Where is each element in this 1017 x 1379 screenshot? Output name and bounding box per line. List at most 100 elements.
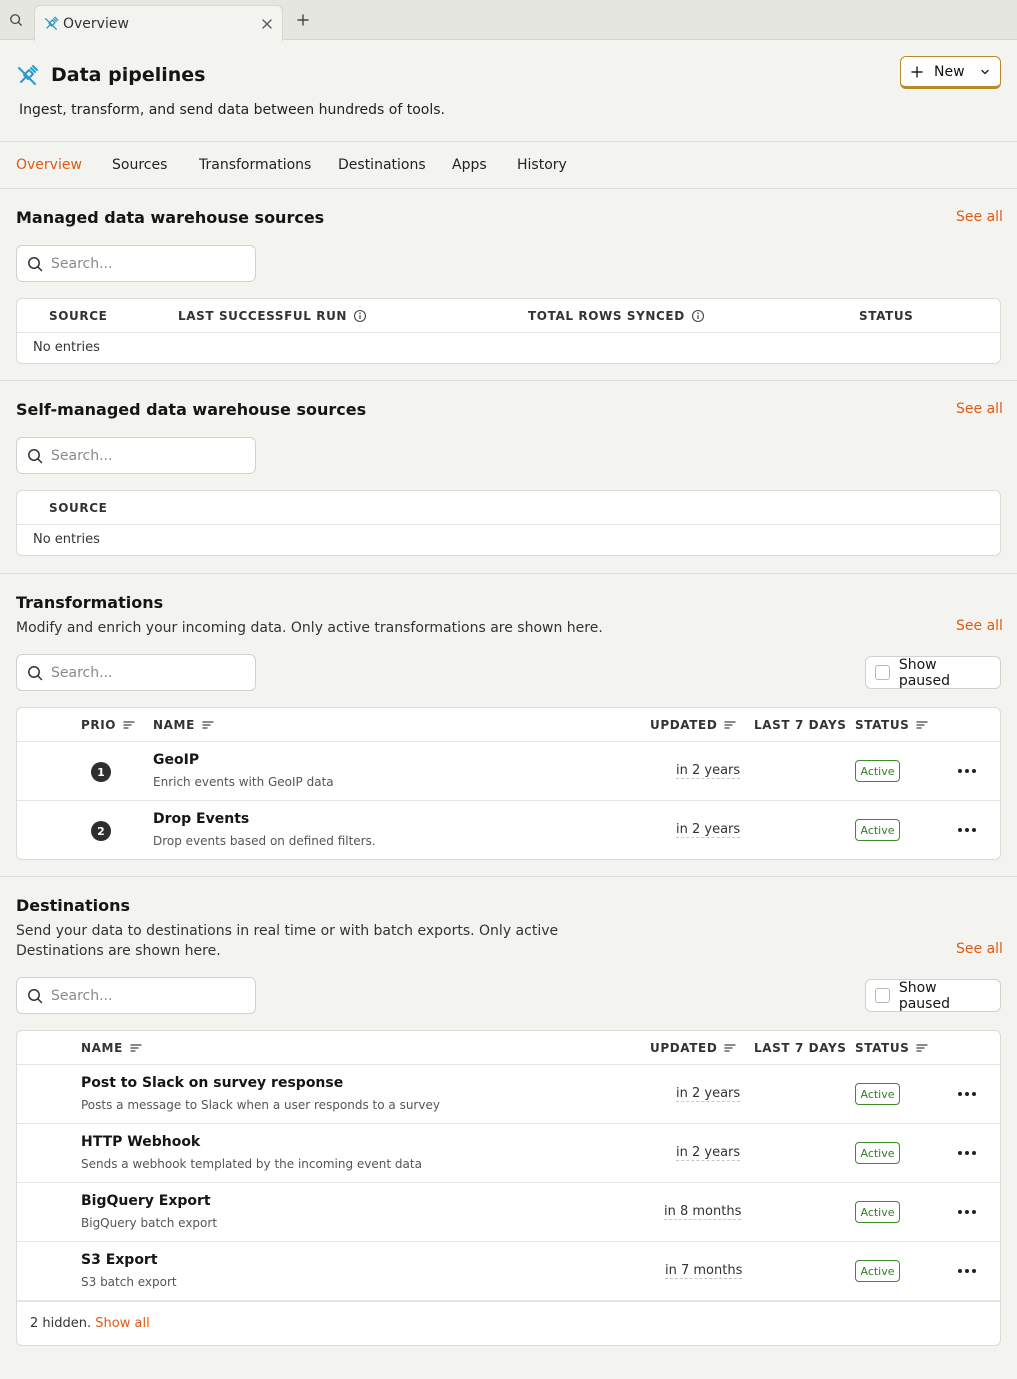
status-badge: Active	[855, 1142, 900, 1164]
destinations-table: NAME UPDATED LAST 7 DAYS STATUS Post to …	[16, 1030, 1001, 1346]
sort-icon	[723, 1041, 737, 1055]
sort-icon	[129, 1041, 143, 1055]
show-all-link[interactable]: Show all	[95, 1316, 149, 1331]
transformations-search-input[interactable]	[51, 664, 241, 681]
prio-badge: 1	[91, 762, 111, 782]
row-name-link[interactable]: Post to Slack on survey response	[81, 1075, 343, 1091]
transformations-search-field[interactable]	[16, 654, 256, 691]
row-updated: in 8 months	[664, 1204, 742, 1220]
table-header: SOURCE	[17, 491, 1000, 525]
col-status[interactable]: STATUS	[855, 718, 929, 732]
col-total-rows-synced[interactable]: TOTAL ROWS SYNCED	[528, 309, 705, 323]
sort-icon	[723, 718, 737, 732]
tab-label: Overview	[63, 15, 129, 32]
col-status[interactable]: STATUS	[859, 309, 913, 323]
status-badge: Active	[855, 1083, 900, 1105]
more-options-icon[interactable]	[952, 819, 982, 841]
more-options-icon[interactable]	[952, 1083, 982, 1105]
new-tab-plus-icon[interactable]	[294, 11, 312, 29]
checkbox[interactable]	[875, 665, 890, 680]
show-paused-label: Show paused	[898, 656, 950, 689]
selfmanaged-search-input[interactable]	[51, 447, 241, 464]
chevron-down-icon	[979, 66, 991, 78]
row-name-link[interactable]: HTTP Webhook	[81, 1134, 200, 1150]
col-label: NAME	[153, 718, 195, 732]
plug-icon	[43, 16, 59, 32]
empty-row: No entries	[17, 333, 1000, 363]
row-description: Posts a message to Slack when a user res…	[81, 1098, 440, 1112]
col-updated[interactable]: UPDATED	[650, 1041, 737, 1055]
section-divider	[0, 876, 1017, 877]
destinations-description-line1: Send your data to destinations in real t…	[16, 923, 559, 939]
tab-destinations[interactable]: Destinations	[338, 157, 426, 173]
table-header: NAME UPDATED LAST 7 DAYS STATUS	[17, 1031, 1000, 1065]
search-icon	[27, 665, 43, 681]
more-options-icon[interactable]	[952, 1201, 982, 1223]
tab-overview-nav[interactable]: Overview	[16, 157, 82, 173]
managed-search-input[interactable]	[51, 255, 241, 272]
row-description: Enrich events with GeoIP data	[153, 775, 334, 789]
more-options-icon[interactable]	[952, 760, 982, 782]
search-icon	[27, 256, 43, 272]
transformations-see-all-link[interactable]: See all	[956, 618, 1003, 634]
col-last-successful-run[interactable]: LAST SUCCESSFUL RUN	[178, 309, 367, 323]
destinations-search-field[interactable]	[16, 977, 256, 1014]
info-icon[interactable]	[691, 309, 705, 323]
row-name-link[interactable]: S3 Export	[81, 1252, 158, 1268]
destinations-see-all-link[interactable]: See all	[956, 941, 1003, 957]
table-row: BigQuery Export BigQuery batch export in…	[17, 1183, 1000, 1242]
tab-transformations[interactable]: Transformations	[199, 157, 311, 173]
col-name[interactable]: NAME	[81, 1041, 143, 1055]
table-footer: 2 hidden. Show all	[17, 1301, 1000, 1345]
more-options-icon[interactable]	[952, 1142, 982, 1164]
row-name-link[interactable]: Drop Events	[153, 811, 249, 827]
row-description: Drop events based on defined filters.	[153, 834, 376, 848]
destinations-show-paused-toggle[interactable]: Show paused	[865, 979, 1001, 1012]
search-icon[interactable]	[6, 10, 26, 30]
tab-overview[interactable]: Overview	[34, 5, 283, 41]
checkbox[interactable]	[875, 988, 890, 1003]
row-updated: in 2 years	[676, 1145, 741, 1161]
managed-sources-table: SOURCE LAST SUCCESSFUL RUN TOTAL ROWS SY…	[16, 298, 1001, 364]
row-name-link[interactable]: BigQuery Export	[81, 1193, 211, 1209]
selfmanaged-see-all-link[interactable]: See all	[956, 401, 1003, 417]
col-updated[interactable]: UPDATED	[650, 718, 737, 732]
managed-see-all-link[interactable]: See all	[956, 209, 1003, 225]
tab-history[interactable]: History	[517, 157, 567, 173]
selfmanaged-search-field[interactable]	[16, 437, 256, 474]
table-row: Post to Slack on survey response Posts a…	[17, 1065, 1000, 1124]
empty-text: No entries	[33, 532, 100, 547]
section-tabs: Overview Sources Transformations Destina…	[0, 142, 1017, 189]
transformations-show-paused-toggle[interactable]: Show paused	[865, 656, 1001, 689]
col-source[interactable]: SOURCE	[49, 309, 107, 323]
destinations-search-input[interactable]	[51, 987, 241, 1004]
col-label: STATUS	[859, 309, 914, 323]
col-label: SOURCE	[49, 309, 108, 323]
new-button[interactable]: New	[900, 56, 1001, 89]
row-updated: in 2 years	[676, 763, 741, 779]
row-name-link[interactable]: GeoIP	[153, 752, 199, 768]
selfmanaged-sources-table: SOURCE No entries	[16, 490, 1001, 556]
col-name[interactable]: NAME	[153, 718, 215, 732]
more-options-icon[interactable]	[952, 1260, 982, 1282]
transformations-description: Modify and enrich your incoming data. On…	[16, 620, 603, 636]
sort-icon	[915, 1041, 929, 1055]
selfmanaged-sources-title: Self-managed data warehouse sources	[16, 400, 367, 419]
col-last-7-days: LAST 7 DAYS	[754, 1041, 847, 1055]
destinations-description-line2: Destinations are shown here.	[16, 943, 221, 959]
close-icon[interactable]	[260, 17, 274, 31]
row-description: S3 batch export	[81, 1275, 177, 1289]
status-badge: Active	[855, 760, 900, 782]
tab-apps[interactable]: Apps	[452, 157, 487, 173]
col-prio[interactable]: PRIO	[81, 718, 136, 732]
section-divider	[0, 380, 1017, 381]
row-description: Sends a webhook templated by the incomin…	[81, 1157, 422, 1171]
new-button-label: New	[934, 63, 965, 80]
transformations-table: PRIO NAME UPDATED LAST 7 DAYS STATUS 1 G…	[16, 707, 1001, 860]
managed-search-field[interactable]	[16, 245, 256, 282]
info-icon[interactable]	[353, 309, 367, 323]
col-status[interactable]: STATUS	[855, 1041, 929, 1055]
col-source[interactable]: SOURCE	[49, 501, 107, 515]
tab-sources[interactable]: Sources	[112, 157, 167, 173]
col-label: NAME	[81, 1041, 123, 1055]
